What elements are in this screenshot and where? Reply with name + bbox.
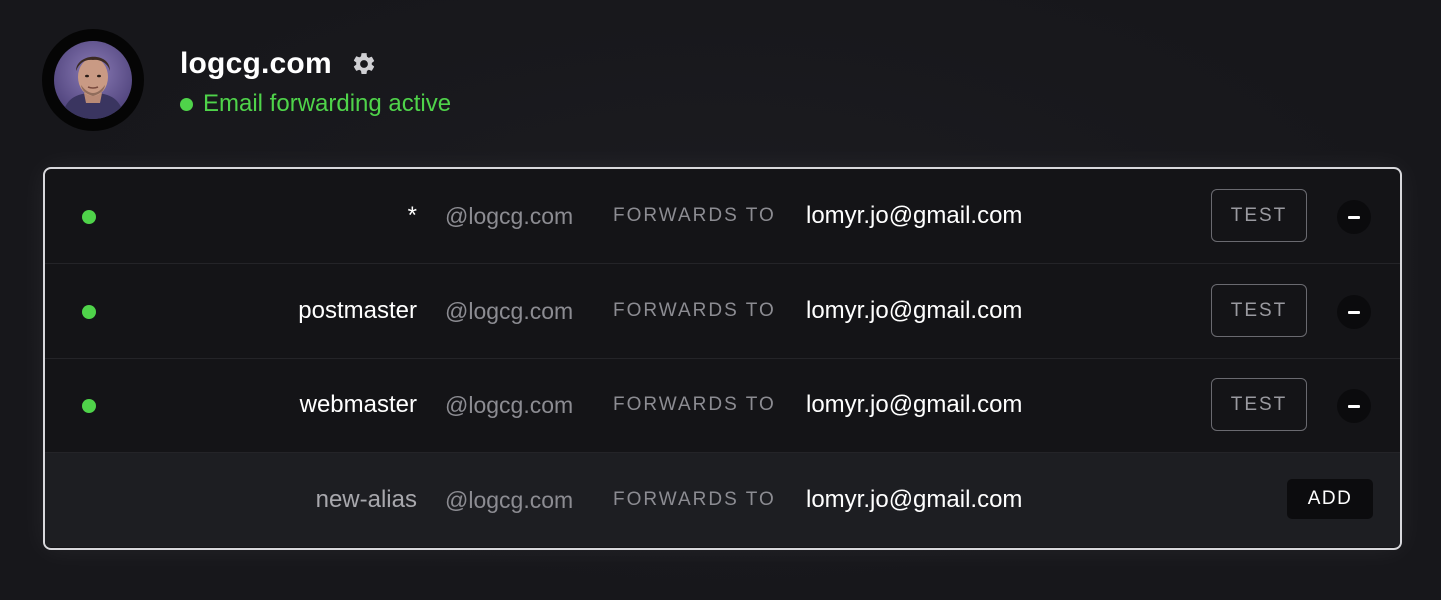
alias-name: *	[407, 202, 417, 229]
header-text: logcg.com Email forwarding active	[180, 28, 451, 132]
new-alias-row: new-alias @logcg.com FORWARDS TO lomyr.j…	[45, 453, 1400, 547]
test-button[interactable]: TEST	[1211, 378, 1307, 431]
destination-email: lomyr.jo@gmail.com	[806, 297, 1023, 324]
new-alias-input[interactable]: new-alias	[316, 453, 417, 547]
domain-title: logcg.com	[180, 47, 332, 80]
destination-email-input[interactable]: lomyr.jo@gmail.com	[806, 453, 1022, 547]
domain-header: logcg.com Email forwarding active	[42, 28, 451, 132]
destination-email: lomyr.jo@gmail.com	[806, 202, 1023, 229]
forwards-to-label: FORWARDS TO	[613, 205, 776, 226]
page: logcg.com Email forwarding active * @log…	[0, 0, 1441, 600]
forwarding-status: Email forwarding active	[180, 90, 451, 118]
test-button[interactable]: TEST	[1211, 284, 1307, 337]
remove-alias-button[interactable]	[1337, 200, 1371, 234]
gear-icon[interactable]	[350, 50, 378, 78]
alias-domain: @logcg.com	[445, 298, 574, 324]
active-dot-icon	[82, 305, 96, 319]
alias-table: * @logcg.com FORWARDS TO lomyr.jo@gmail.…	[43, 167, 1402, 550]
alias-row: webmaster @logcg.com FORWARDS TO lomyr.j…	[45, 358, 1400, 453]
title-row: logcg.com	[180, 42, 451, 86]
status-dot-icon	[180, 97, 193, 111]
minus-icon	[1348, 310, 1360, 314]
destination-email: lomyr.jo@gmail.com	[806, 391, 1023, 418]
avatar-image	[54, 41, 132, 119]
alias-row: * @logcg.com FORWARDS TO lomyr.jo@gmail.…	[45, 169, 1400, 264]
alias-name: webmaster	[299, 391, 417, 418]
alias-row: postmaster @logcg.com FORWARDS TO lomyr.…	[45, 264, 1400, 359]
forwards-to-label: FORWARDS TO	[613, 300, 776, 321]
add-alias-button[interactable]: ADD	[1287, 479, 1373, 519]
forwards-to-label: FORWARDS TO	[613, 394, 776, 415]
remove-alias-button[interactable]	[1337, 295, 1371, 329]
minus-icon	[1348, 215, 1360, 219]
alias-domain: @logcg.com	[445, 392, 574, 418]
forwards-to-label: FORWARDS TO	[613, 489, 776, 510]
minus-icon	[1348, 404, 1360, 408]
active-dot-icon	[82, 399, 96, 413]
remove-alias-button[interactable]	[1337, 389, 1371, 423]
active-dot-icon	[82, 210, 96, 224]
status-text: Email forwarding active	[203, 90, 452, 117]
test-button[interactable]: TEST	[1211, 189, 1307, 242]
avatar	[42, 29, 144, 131]
alias-name: postmaster	[298, 297, 417, 324]
alias-domain: @logcg.com	[445, 203, 574, 229]
alias-domain: @logcg.com	[445, 487, 574, 513]
